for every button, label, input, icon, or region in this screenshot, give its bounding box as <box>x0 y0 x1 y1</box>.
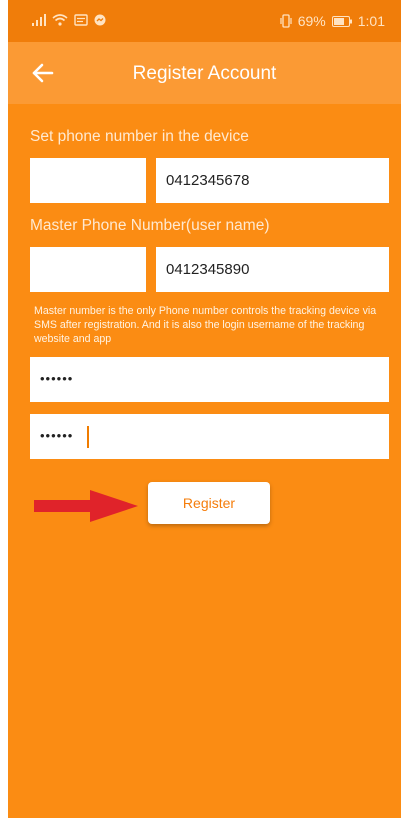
master-phone-label: Master Phone Number(user name) <box>30 217 270 234</box>
battery-percent: 69% <box>297 13 326 29</box>
master-number-note: Master number is the only Phone number c… <box>34 305 377 345</box>
app-screen: 69% 1:01 Register Account Set phone numb… <box>8 0 401 818</box>
page-title: Register Account <box>132 63 277 84</box>
status-bar: 69% 1:01 <box>8 0 401 42</box>
message-icon <box>74 14 88 26</box>
app-bar: Register Account <box>8 42 401 104</box>
confirm-password-mask: •••••• <box>40 428 74 443</box>
device-phone-field[interactable]: 0412345678 <box>156 158 389 203</box>
status-icons-left <box>32 14 106 26</box>
confirm-password-field[interactable]: •••••• <box>30 414 389 459</box>
wifi-icon <box>52 14 68 26</box>
password-field[interactable]: •••••• <box>30 357 389 402</box>
red-arrow-icon <box>34 490 138 522</box>
text-cursor <box>87 426 89 448</box>
master-phone-prefix-field[interactable] <box>30 247 146 292</box>
vibrate-icon <box>280 14 292 28</box>
clock: 1:01 <box>357 13 385 29</box>
messenger-icon <box>94 14 106 26</box>
status-icons-right: 69% 1:01 <box>280 13 385 29</box>
device-phone-label: Set phone number in the device <box>30 128 249 145</box>
password-mask: •••••• <box>40 371 74 386</box>
register-button[interactable]: Register <box>148 482 270 524</box>
master-phone-field[interactable]: 0412345890 <box>156 247 389 292</box>
device-phone-prefix-field[interactable] <box>30 158 146 203</box>
battery-icon <box>331 15 352 27</box>
signal-icon <box>32 14 46 26</box>
